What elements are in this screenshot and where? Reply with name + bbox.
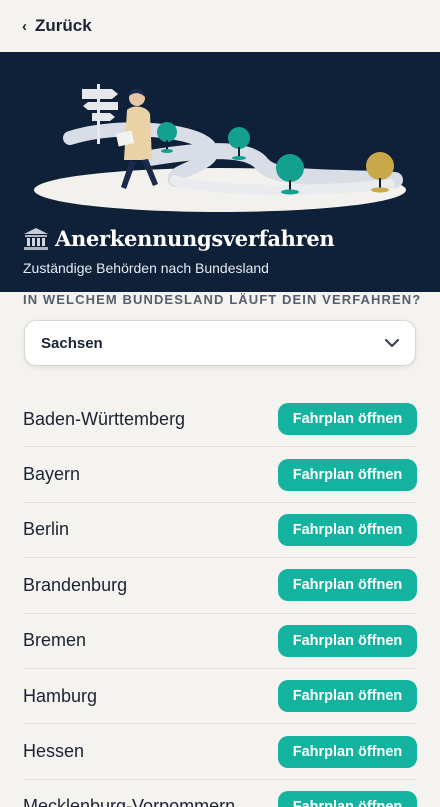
- list-item: Mecklenburg-Vorpommern Fahrplan öffnen: [23, 780, 417, 807]
- open-roadmap-button[interactable]: Fahrplan öffnen: [278, 513, 417, 546]
- open-roadmap-button[interactable]: Fahrplan öffnen: [278, 624, 417, 657]
- state-name: Hessen: [23, 741, 85, 762]
- top-bar: ‹ Zurück: [0, 0, 440, 52]
- state-list: Baden-Württemberg Fahrplan öffnen Bayern…: [23, 392, 417, 807]
- state-name: Bayern: [23, 464, 81, 485]
- chevron-left-icon: ‹: [22, 17, 27, 35]
- list-item: Baden-Württemberg Fahrplan öffnen: [23, 392, 417, 448]
- hero-banner: Anerkennungsverfahren Zuständige Behörde…: [0, 52, 440, 292]
- open-roadmap-button[interactable]: Fahrplan öffnen: [278, 790, 417, 807]
- back-label: Zurück: [35, 16, 92, 35]
- journey-illustration: [34, 84, 406, 212]
- list-item: Bremen Fahrplan öffnen: [23, 614, 417, 669]
- state-name: Bremen: [23, 630, 87, 651]
- list-item: Bayern Fahrplan öffnen: [23, 447, 417, 503]
- state-select-value: Sachsen: [41, 334, 103, 352]
- chevron-down-icon: [384, 338, 400, 348]
- list-item: Hessen Fahrplan öffnen: [23, 724, 417, 780]
- open-roadmap-button[interactable]: Fahrplan öffnen: [278, 403, 417, 436]
- list-item: Berlin Fahrplan öffnen: [23, 503, 417, 559]
- state-name: Mecklenburg-Vorpommern: [23, 796, 236, 807]
- list-item: Brandenburg Fahrplan öffnen: [23, 558, 417, 614]
- state-select[interactable]: Sachsen: [24, 320, 416, 366]
- state-filter-label: IN WELCHEM BUNDESLAND LÄUFT DEIN VERFAHR…: [23, 292, 422, 307]
- page-title: Anerkennungsverfahren: [23, 226, 335, 251]
- state-name: Baden-Württemberg: [23, 408, 186, 429]
- back-button[interactable]: ‹ Zurück: [22, 14, 92, 38]
- state-name: Hamburg: [23, 685, 98, 706]
- state-name: Brandenburg: [23, 574, 128, 595]
- state-name: Berlin: [23, 519, 70, 540]
- open-roadmap-button[interactable]: Fahrplan öffnen: [278, 569, 417, 602]
- open-roadmap-button[interactable]: Fahrplan öffnen: [278, 735, 417, 768]
- hero-title-text: Anerkennungsverfahren: [55, 226, 335, 251]
- open-roadmap-button[interactable]: Fahrplan öffnen: [278, 680, 417, 713]
- open-roadmap-button[interactable]: Fahrplan öffnen: [278, 458, 417, 491]
- list-item: Hamburg Fahrplan öffnen: [23, 669, 417, 725]
- bank-building-icon: [24, 227, 48, 250]
- page-subtitle: Zuständige Behörden nach Bundesland: [23, 260, 269, 276]
